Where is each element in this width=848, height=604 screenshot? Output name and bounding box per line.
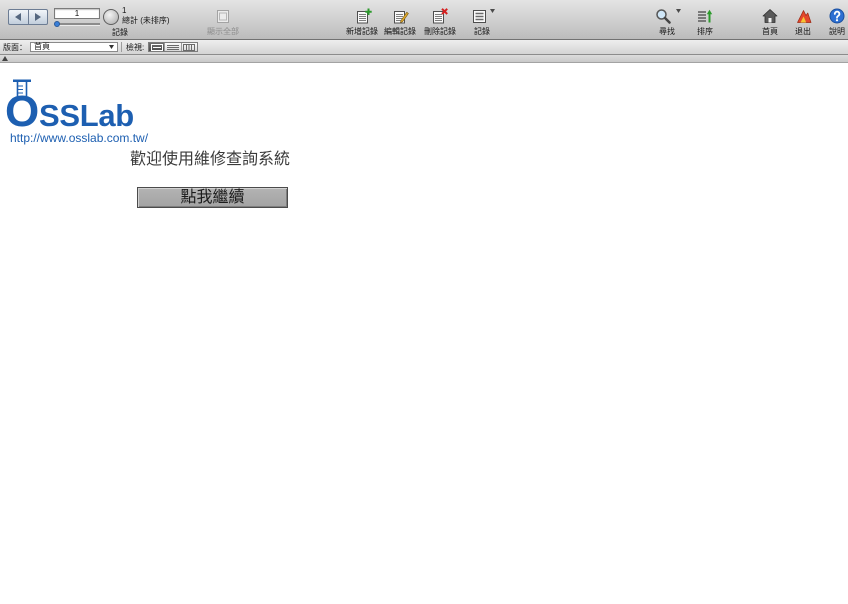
welcome-heading: 歡迎使用維修查詢系統 <box>130 151 291 168</box>
chevron-up-icon[interactable] <box>2 56 8 61</box>
record-slider[interactable] <box>56 23 100 26</box>
show-all-button[interactable]: 顯示全部 <box>204 0 242 39</box>
sort-button[interactable]: 排序 <box>694 0 716 39</box>
chevron-down-icon <box>109 45 114 49</box>
logo-url-text: http://www.osslab.com.tw/ <box>10 131 149 145</box>
home-icon <box>762 8 778 24</box>
help-icon <box>829 8 845 24</box>
find-label: 尋找 <box>659 27 675 36</box>
records-menu-label: 記錄 <box>474 27 490 36</box>
next-record-button[interactable] <box>27 10 48 24</box>
layout-select-value: 首頁 <box>34 42 50 51</box>
toolbar-toggle-strip <box>0 55 848 63</box>
show-all-label: 顯示全部 <box>207 27 239 36</box>
form-view-icon <box>150 43 163 51</box>
arrow-right-icon <box>34 13 41 21</box>
edit-record-button[interactable]: 編輯記錄 <box>381 0 419 39</box>
table-view-button[interactable] <box>180 43 197 51</box>
home-button[interactable]: 首頁 <box>759 0 781 39</box>
search-icon <box>655 8 671 24</box>
show-all-icon <box>215 8 231 24</box>
records-menu-button[interactable]: 記錄 <box>468 0 496 39</box>
new-record-button[interactable]: 新增記錄 <box>343 0 381 39</box>
view-label: 檢視: <box>126 43 145 52</box>
layout-label: 版面： <box>3 43 27 52</box>
found-count: 1 <box>122 6 127 15</box>
edit-record-icon <box>393 8 409 24</box>
layout-bar-divider <box>121 42 122 52</box>
chevron-down-icon <box>490 9 495 13</box>
exit-icon <box>796 8 812 24</box>
chevron-down-icon <box>676 9 681 13</box>
help-button[interactable]: 說明 <box>826 0 848 39</box>
list-view-button[interactable] <box>164 43 181 51</box>
delete-record-button[interactable]: 刪除記錄 <box>421 0 459 39</box>
delete-record-icon <box>432 8 448 24</box>
layout-select[interactable]: 首頁 <box>30 42 118 52</box>
records-menu-icon <box>472 8 488 24</box>
help-label: 說明 <box>829 27 845 36</box>
previous-record-button[interactable] <box>9 10 28 24</box>
table-view-icon <box>183 43 196 51</box>
find-button[interactable]: 尋找 <box>652 0 682 39</box>
edit-record-label: 編輯記錄 <box>384 27 416 36</box>
continue-button[interactable]: 點我繼續 <box>137 187 288 208</box>
found-set-pie-icon[interactable] <box>103 9 119 25</box>
home-label: 首頁 <box>762 27 778 36</box>
records-group-label: 記錄 <box>112 28 128 37</box>
delete-record-label: 刪除記錄 <box>424 27 456 36</box>
new-record-label: 新增記錄 <box>346 27 378 36</box>
form-view-button[interactable] <box>149 43 165 51</box>
osslab-logo: OSSLab http://www.osslab.com.tw/ <box>0 76 160 146</box>
exit-label: 退出 <box>795 27 811 36</box>
exit-button[interactable]: 退出 <box>792 0 814 39</box>
new-record-icon <box>356 8 372 24</box>
current-record-input[interactable] <box>54 8 100 19</box>
total-status: 總計 (未排序) <box>122 16 170 25</box>
list-view-icon <box>166 44 179 50</box>
sort-label: 排序 <box>697 27 713 36</box>
layout-bar: 版面： 首頁 檢視: <box>0 40 848 55</box>
arrow-left-icon <box>15 13 22 21</box>
sort-icon <box>697 8 713 24</box>
status-toolbar: 1 總計 (未排序) 記錄 顯示全部 新增記錄 <box>0 0 848 40</box>
book-navigation-icon <box>8 9 48 25</box>
view-mode-switcher <box>148 42 198 52</box>
record-slider-handle[interactable] <box>54 21 60 27</box>
